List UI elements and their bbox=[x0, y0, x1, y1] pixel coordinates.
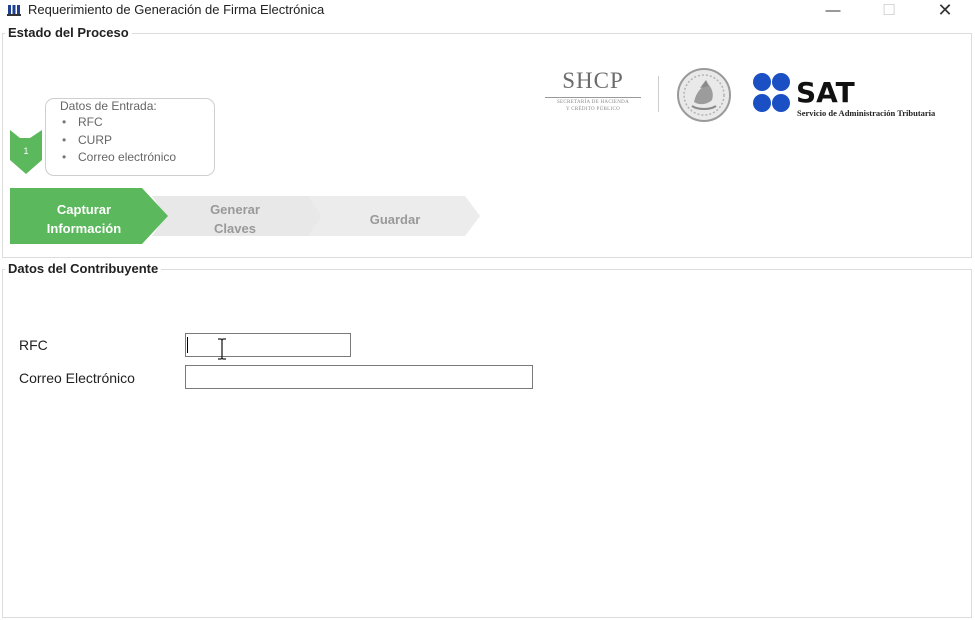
sat-subtitle: Servicio de Administración Tributaria bbox=[797, 108, 936, 118]
list-item: • RFC bbox=[62, 115, 103, 129]
title-bar: Requerimiento de Generación de Firma Ele… bbox=[0, 0, 975, 22]
shcp-subtitle-1: SECRETARÍA DE HACIENDA bbox=[556, 100, 630, 105]
maximize-button[interactable]: ☐ bbox=[869, 0, 909, 20]
close-button[interactable]: ✕ bbox=[925, 0, 965, 20]
step-capturar-informacion: Capturar Información bbox=[46, 202, 122, 236]
estado-proceso-legend: Estado del Proceso bbox=[5, 25, 132, 40]
close-icon: ✕ bbox=[937, 0, 953, 20]
mexico-coat-of-arms-icon bbox=[677, 68, 731, 122]
step-guardar: Guardar bbox=[369, 212, 421, 227]
bullet-icon: • bbox=[62, 115, 67, 129]
list-item: • CURP bbox=[62, 132, 113, 147]
datos-contribuyente-group bbox=[2, 269, 972, 618]
logo-divider bbox=[658, 76, 659, 112]
datos-contribuyente-legend: Datos del Contribuyente bbox=[5, 261, 162, 276]
correo-electronico-input[interactable] bbox=[185, 365, 533, 389]
rfc-input[interactable] bbox=[185, 333, 351, 357]
minimize-icon: — bbox=[825, 1, 841, 19]
rfc-label: RFC bbox=[19, 337, 48, 353]
datos-entrada-box: Datos de Entrada: • RFC • CURP • Correo ele… bbox=[45, 98, 215, 176]
minimize-button[interactable]: — bbox=[813, 0, 853, 20]
bullet-icon: • bbox=[62, 132, 67, 147]
correo-electronico-label: Correo Electrónico bbox=[19, 370, 135, 386]
shcp-subtitle-2: Y CRÉDITO PÚBLICO bbox=[566, 107, 620, 112]
window-title: Requerimiento de Generación de Firma Ele… bbox=[28, 2, 325, 17]
shcp-logo: SHCP SECRETARÍA DE HACIENDA Y CRÉDITO PÚ… bbox=[543, 68, 643, 120]
datos-entrada-list: • RFC • CURP • Correo electrónico bbox=[62, 115, 176, 168]
process-steps: Capturar Información Generar Claves Guar… bbox=[10, 188, 485, 244]
step-generar-claves: Generar Claves bbox=[210, 202, 260, 236]
sat-logo-icon bbox=[753, 73, 790, 112]
list-item: • Correo electrónico bbox=[62, 150, 177, 164]
sat-title: SAT bbox=[796, 76, 855, 109]
datos-entrada-title: Datos de Entrada: bbox=[60, 99, 157, 113]
users-icon bbox=[7, 5, 21, 16]
shcp-rule bbox=[545, 97, 641, 98]
maximize-icon: ☐ bbox=[882, 2, 896, 19]
bullet-icon: • bbox=[62, 150, 67, 164]
ibeam-cursor-icon bbox=[218, 338, 226, 360]
step-number: 1 bbox=[23, 146, 29, 156]
text-caret bbox=[187, 337, 188, 353]
shcp-title: SHCP bbox=[562, 68, 624, 93]
